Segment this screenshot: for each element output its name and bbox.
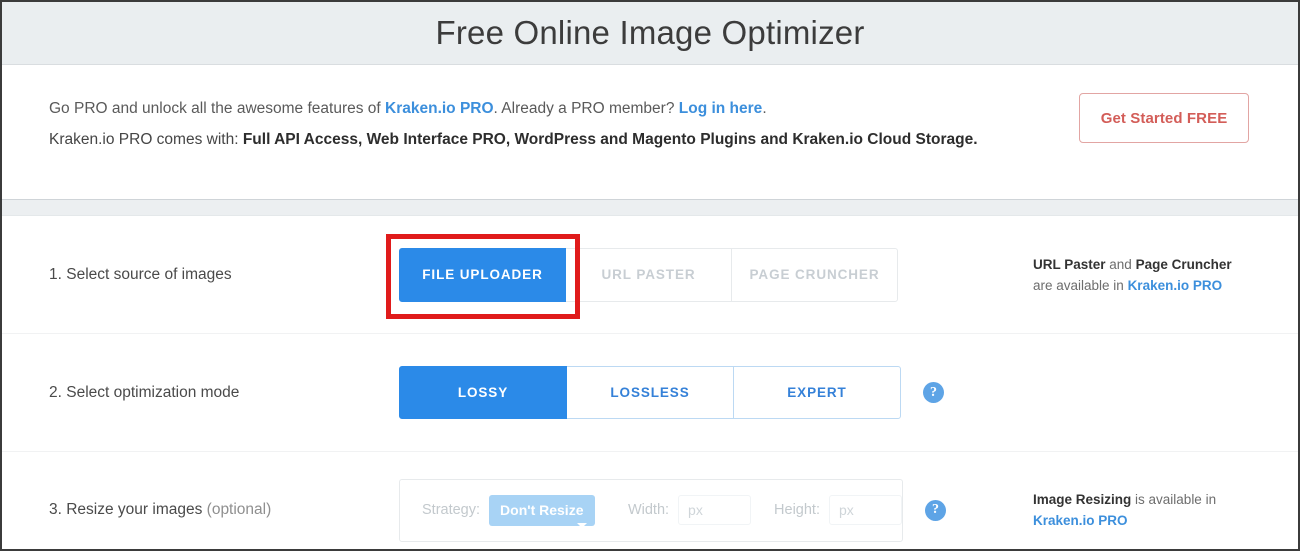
strategy-label: Strategy: <box>422 502 481 518</box>
source-control: FILE UPLOADER URL PASTER PAGE CRUNCHER <box>399 247 898 302</box>
step-3-aside-line-2: Kraken.io PRO <box>1033 510 1216 531</box>
step-row-resize: 3. Resize your images (optional) Strateg… <box>2 452 1298 549</box>
help-icon-optimization-mode[interactable]: ? <box>923 382 944 403</box>
page-root: Free Online Image Optimizer Go PRO and u… <box>0 0 1300 551</box>
lossy-button[interactable]: LOSSY <box>399 366 567 419</box>
lossless-button[interactable]: LOSSLESS <box>566 366 734 419</box>
step-3-aside-line-1: Image Resizing is available in <box>1033 489 1216 510</box>
kraken-pro-link[interactable]: Kraken.io PRO <box>385 100 494 117</box>
url-paster-button[interactable]: URL PASTER <box>565 247 732 302</box>
step-3-label-main: 3. Resize your images <box>49 501 207 518</box>
page-cruncher-bold: Page Cruncher <box>1135 256 1232 272</box>
aside-and: and <box>1105 256 1136 272</box>
resize-control: Strategy: Don't Resize Width: Height: ? <box>399 478 946 542</box>
pro-line1-text-1: Go PRO and unlock all the awesome featur… <box>49 100 386 117</box>
url-paster-bold: URL Paster <box>1033 256 1106 272</box>
log-in-here-link[interactable]: Log in here <box>679 100 763 117</box>
page-title: Free Online Image Optimizer <box>435 14 865 51</box>
step-row-select-source: 1. Select source of images FILE UPLOADER… <box>2 216 1298 334</box>
file-uploader-button[interactable]: FILE UPLOADER <box>399 247 566 302</box>
help-icon-resize[interactable]: ? <box>925 499 946 521</box>
step-row-optimization-mode: 2. Select optimization mode LOSSY LOSSLE… <box>2 334 1298 452</box>
width-input[interactable] <box>678 495 752 525</box>
expert-button[interactable]: EXPERT <box>733 366 901 419</box>
strategy-select[interactable]: Don't Resize <box>489 494 595 528</box>
aside-kraken-pro-link[interactable]: Kraken.io PRO <box>1128 278 1223 293</box>
chevron-down-icon <box>576 522 587 528</box>
mode-button-group: LOSSY LOSSLESS EXPERT <box>399 366 901 419</box>
source-button-group: FILE UPLOADER URL PASTER PAGE CRUNCHER <box>399 247 898 302</box>
pro-line1-text-2: . Already a PRO member? <box>493 100 679 117</box>
image-resizing-bold: Image Resizing <box>1033 492 1132 507</box>
mode-control: LOSSY LOSSLESS EXPERT ? <box>399 366 944 419</box>
step-1-aside-line-2: are available in Kraken.io PRO <box>1033 275 1232 296</box>
strategy-select-value: Don't Resize <box>500 502 584 518</box>
step-3-aside-note: Image Resizing is available in Kraken.io… <box>1033 489 1216 531</box>
height-label: Height: <box>774 502 820 518</box>
step-1-aside-note: URL Paster and Page Cruncher are availab… <box>1033 254 1232 296</box>
resize-panel: Strategy: Don't Resize Width: Height: <box>399 478 903 542</box>
aside-resize-kraken-pro-link[interactable]: Kraken.io PRO <box>1033 513 1128 528</box>
aside-resize-text: is available in <box>1131 492 1217 507</box>
pro-line2-text-1: Kraken.io PRO comes with: <box>49 131 243 148</box>
get-started-free-button[interactable]: Get Started FREE <box>1079 93 1249 143</box>
step-3-label: 3. Resize your images (optional) <box>49 501 399 519</box>
aside-available-text: are available in <box>1033 277 1128 293</box>
pro-features-list: Full API Access, Web Interface PRO, Word… <box>242 131 978 148</box>
step-2-label: 2. Select optimization mode <box>49 383 240 401</box>
width-label: Width: <box>627 502 670 518</box>
height-input[interactable] <box>828 495 902 525</box>
pro-banner: Go PRO and unlock all the awesome featur… <box>2 65 1298 199</box>
step-1-aside-line-1: URL Paster and Page Cruncher <box>1033 254 1232 275</box>
page-cruncher-button[interactable]: PAGE CRUNCHER <box>731 247 898 302</box>
pro-banner-line-1: Go PRO and unlock all the awesome featur… <box>49 93 1252 124</box>
pro-line1-text-3: . <box>762 100 767 117</box>
step-3-label-optional: (optional) <box>206 501 272 518</box>
section-separator <box>2 199 1298 216</box>
pro-banner-line-2: Kraken.io PRO comes with: Full API Acces… <box>49 124 1252 155</box>
step-1-label: 1. Select source of images <box>49 265 232 283</box>
page-header: Free Online Image Optimizer <box>2 2 1298 65</box>
